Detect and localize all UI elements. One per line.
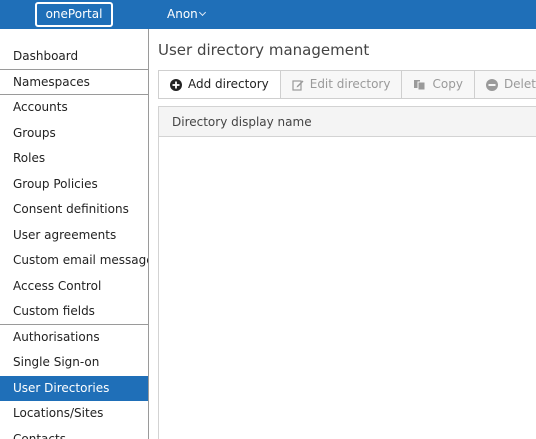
sidebar-item-contacts[interactable]: Contacts <box>0 427 148 439</box>
copy-button[interactable]: Copy <box>402 71 475 98</box>
sidebar-item-namespaces[interactable]: Namespaces <box>0 70 148 95</box>
logo[interactable]: onePortal <box>35 2 113 27</box>
sidebar-item-single-sign-on[interactable]: Single Sign-on <box>0 350 148 376</box>
directory-table: Directory display name <box>158 106 536 439</box>
chevron-down-icon <box>198 8 206 17</box>
user-name: Anon <box>167 7 198 21</box>
column-header-directory-display-name[interactable]: Directory display name <box>159 107 536 137</box>
sidebar-item-accounts[interactable]: Accounts <box>0 95 148 121</box>
plus-circle-icon <box>170 78 182 91</box>
top-bar: onePortal Anon <box>0 0 536 29</box>
main-content: User directory management Add directory … <box>149 29 536 439</box>
delete-directory-label: Delete directory <box>503 77 536 91</box>
sidebar-item-roles[interactable]: Roles <box>0 146 148 172</box>
add-directory-label: Add directory <box>188 77 269 91</box>
minus-circle-icon <box>485 78 498 91</box>
copy-icon <box>413 79 426 91</box>
sidebar-item-dashboard[interactable]: Dashboard <box>0 44 148 70</box>
sidebar-item-locations-sites[interactable]: Locations/Sites <box>0 401 148 427</box>
sidebar-item-custom-fields[interactable]: Custom fields <box>0 299 148 325</box>
edit-icon <box>292 79 304 91</box>
sidebar-item-group-policies[interactable]: Group Policies <box>0 172 148 198</box>
sidebar-item-access-control[interactable]: Access Control <box>0 274 148 300</box>
sidebar-item-user-directories[interactable]: User Directories <box>0 375 148 401</box>
sidebar-item-authorisations[interactable]: Authorisations <box>0 325 148 351</box>
copy-label: Copy <box>432 77 463 91</box>
sidebar-item-custom-email-messages[interactable]: Custom email messages <box>0 248 148 274</box>
toolbar: Add directory Edit directory Copy Delet <box>158 70 536 99</box>
sidebar-item-consent-definitions[interactable]: Consent definitions <box>0 197 148 223</box>
edit-directory-button[interactable]: Edit directory <box>281 71 403 98</box>
sidebar-item-user-agreements[interactable]: User agreements <box>0 223 148 249</box>
add-directory-button[interactable]: Add directory <box>159 71 281 98</box>
sidebar: Dashboard Namespaces Accounts Groups Rol… <box>0 29 149 439</box>
user-menu[interactable]: Anon <box>167 0 206 29</box>
sidebar-item-groups[interactable]: Groups <box>0 121 148 147</box>
page-title: User directory management <box>158 41 370 59</box>
edit-directory-label: Edit directory <box>309 77 391 91</box>
delete-directory-button[interactable]: Delete directory <box>475 71 536 98</box>
